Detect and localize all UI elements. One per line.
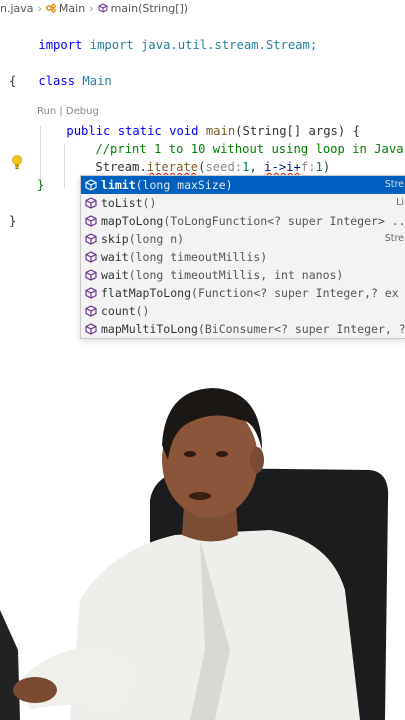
method-cube-icon: [85, 179, 97, 191]
chevron-right-icon: ›: [89, 1, 94, 15]
code-line-8[interactable]: .l: [66, 158, 112, 192]
method-cube-icon: [85, 233, 97, 245]
code-line-5[interactable]: public static void main(String[] args) {: [37, 104, 360, 138]
iterate-method: iterate: [146, 160, 199, 174]
breadcrumb-file[interactable]: n.java: [0, 2, 34, 15]
indent-guide: [64, 144, 65, 188]
lambda-expression: i->i+: [264, 160, 301, 174]
code-line-6[interactable]: //print 1 to 10 without using loop in Ja…: [66, 122, 403, 156]
suggestion-item-mapToLong[interactable]: mapToLong(ToLongFunction<? super Integer…: [81, 212, 405, 230]
presenter-photo: [0, 350, 405, 720]
suggestion-params: (): [142, 196, 157, 210]
suggestion-item-limit[interactable]: limit(long maxSize) Stre: [81, 176, 405, 194]
suggestion-item-mapMultiToLong[interactable]: mapMultiToLong(BiConsumer<? super Intege…: [81, 320, 405, 338]
code-line-4[interactable]: {: [9, 72, 16, 90]
import-keyword: import: [38, 38, 83, 52]
breadcrumb: n.java › Main › main(String[]): [0, 0, 405, 16]
chevron-right-icon: ›: [37, 1, 42, 15]
suggestion-name: wait: [101, 250, 129, 264]
suggestion-name: mapToLong: [101, 214, 164, 228]
suggestion-detail: Li: [396, 197, 404, 208]
autocomplete-suggestion-list[interactable]: limit(long maxSize) Stre toList() Li mapToLo…: [80, 175, 405, 339]
suggestion-item-flatMapToLong[interactable]: flatMapToLong(Function<? super Integer,?…: [81, 284, 405, 302]
method-cube-icon: [85, 269, 97, 281]
method-cube-icon: [85, 305, 97, 317]
suggestion-params: (): [135, 304, 150, 318]
suggestion-name: mapMultiToLong: [101, 322, 198, 336]
code-line-9[interactable]: }: [37, 176, 44, 194]
suggestion-name: limit: [101, 178, 136, 192]
suggestion-params: (Function<? super Integer,? ex: [191, 286, 399, 300]
suggestion-params: (ToLongFunction<? super Integer> ...: [163, 214, 405, 228]
suggestion-name: skip: [101, 232, 129, 246]
suggestion-item-skip[interactable]: skip(long n) Stre: [81, 230, 405, 248]
suggestion-item-toList[interactable]: toList() Li: [81, 194, 405, 212]
method-cube-icon: [85, 323, 97, 335]
param-hint-f: f:: [300, 160, 316, 174]
code-line-7[interactable]: Stream.iterate(seed:1, i->i+f:1): [66, 140, 330, 174]
suggestion-detail: Stre: [384, 233, 404, 244]
suggestion-name: toList: [101, 196, 143, 210]
method-cube-icon: [85, 287, 97, 299]
suggestion-name: flatMapToLong: [101, 286, 192, 300]
close-paren: ): [322, 160, 331, 174]
suggestion-name: count: [101, 304, 136, 318]
suggestion-params: (long maxSize): [135, 178, 233, 192]
suggestion-detail: Stre: [384, 179, 404, 190]
presenter-illustration: [0, 350, 405, 720]
breadcrumb-class[interactable]: Main: [59, 2, 85, 15]
suggestion-params: (long timeoutMillis, int nanos): [128, 268, 344, 282]
breadcrumb-method[interactable]: main(String[]): [111, 2, 188, 15]
method-cube-icon: [85, 251, 97, 263]
class-keyword: class: [38, 74, 76, 88]
suggestion-params: (long timeoutMillis): [128, 250, 268, 264]
import-path: import java.util.stream.Stream;: [89, 38, 318, 52]
increment-value: 1: [315, 160, 323, 174]
suggestion-item-count[interactable]: count(): [81, 302, 405, 320]
method-cube-icon: [98, 3, 108, 13]
code-line-1[interactable]: import import java.util.stream.Stream;: [9, 18, 317, 52]
comma: ,: [249, 160, 265, 174]
suggestion-item-wait[interactable]: wait(long timeoutMillis, int nanos): [81, 266, 405, 284]
suggestion-params: (long n): [128, 232, 185, 246]
suggestion-params: (BiConsumer<? super Integer, ?: [197, 322, 405, 336]
code-line-10[interactable]: }: [9, 212, 16, 230]
method-cube-icon: [85, 197, 97, 209]
class-name: Main: [82, 74, 112, 88]
class-icon: [46, 3, 56, 13]
suggestion-name: wait: [101, 268, 129, 282]
lightbulb-icon[interactable]: [10, 154, 24, 170]
suggestion-item-wait[interactable]: wait(long timeoutMillis): [81, 248, 405, 266]
param-hint-seed: seed:: [205, 160, 243, 174]
method-cube-icon: [85, 215, 97, 227]
dot-operator: .: [139, 160, 147, 174]
code-line-3[interactable]: class Main: [9, 54, 111, 88]
